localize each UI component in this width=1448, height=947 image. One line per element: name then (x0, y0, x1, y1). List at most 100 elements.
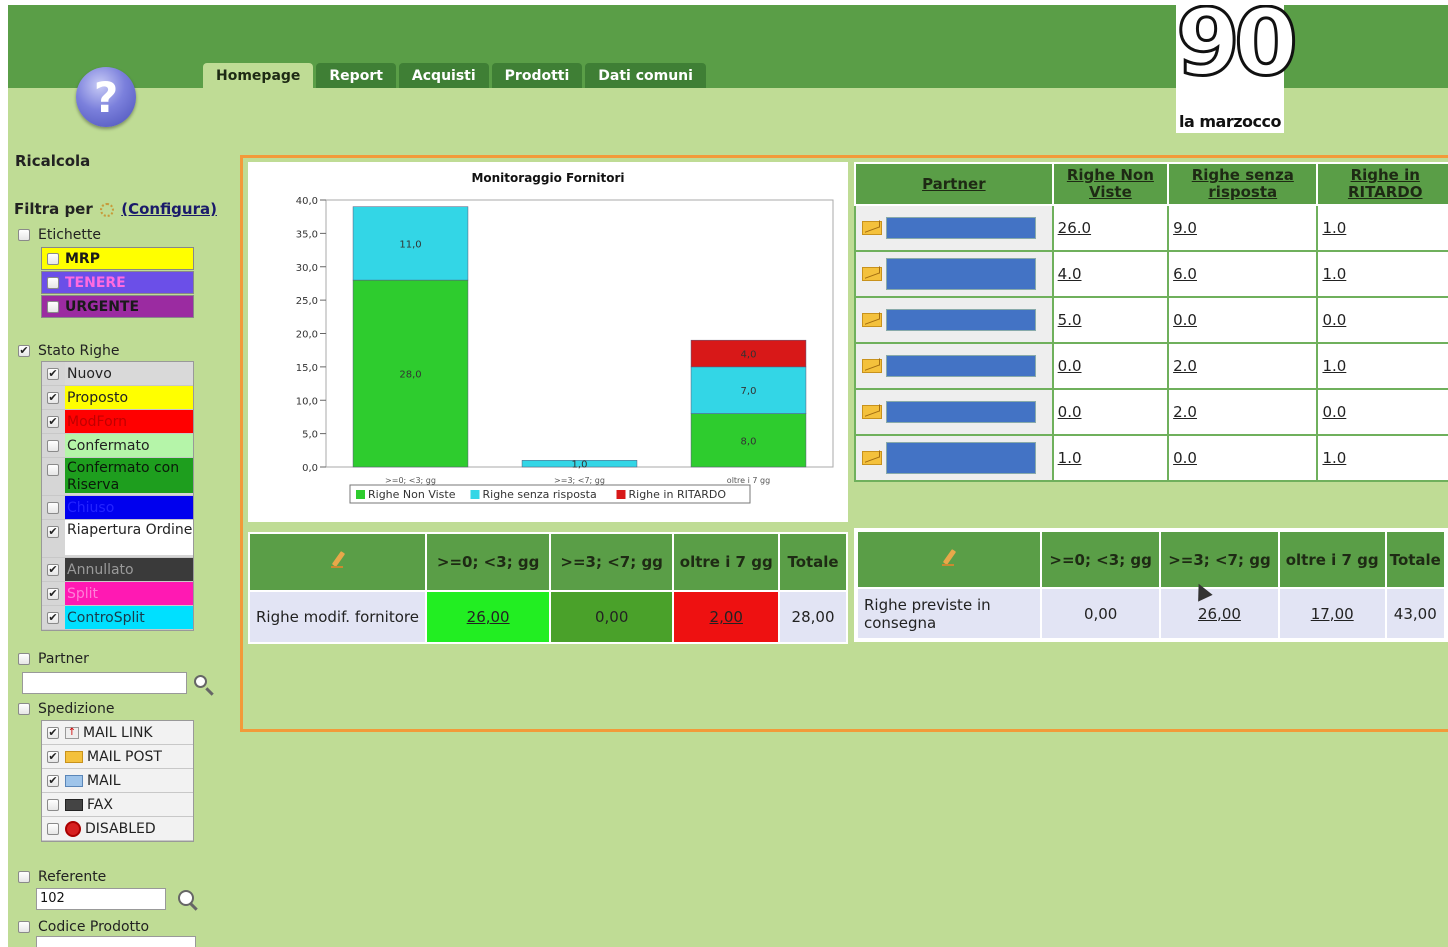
partner-value-link[interactable]: 4.0 (1058, 265, 1082, 283)
partner-checkbox[interactable] (18, 653, 30, 665)
partner-cell[interactable] (854, 296, 1054, 344)
etichetta-item-tenere[interactable]: TENERE (41, 271, 194, 294)
partner-value-cell[interactable]: 2.0 (1167, 342, 1319, 390)
spedizione-item-mail-link[interactable]: ✔ ↑ MAIL LINK (42, 721, 193, 745)
edit-icon-cell-2[interactable] (854, 529, 1043, 589)
referente-checkbox[interactable] (18, 871, 30, 883)
partner-value-cell[interactable]: 26.0 (1051, 204, 1170, 252)
partner-value-cell[interactable]: 0.0 (1051, 342, 1170, 390)
partner-value-link[interactable]: 1.0 (1322, 449, 1346, 467)
stat-consegna-cell-2[interactable]: 17,00 (1277, 587, 1387, 641)
partner-value-cell[interactable]: 0.0 (1316, 296, 1448, 344)
stato-checkbox[interactable]: ✔ (47, 526, 59, 538)
partner-value-link[interactable]: 1.0 (1322, 219, 1346, 237)
tab-prodotti[interactable]: Prodotti (491, 63, 583, 88)
codice-prodotto-checkbox[interactable] (18, 921, 30, 933)
etichetta-checkbox[interactable] (47, 276, 59, 289)
etichetta-item-urgente[interactable]: URGENTE (41, 295, 194, 318)
partner-value-cell[interactable]: 1.0 (1316, 342, 1448, 390)
stato-item-annullato[interactable]: ✔ Annullato (42, 558, 193, 582)
spedizione-checkbox[interactable] (47, 822, 59, 835)
stato-item-proposto[interactable]: ✔ Proposto (42, 386, 193, 410)
partner-value-link[interactable]: 6.0 (1173, 265, 1197, 283)
partner-value-link[interactable]: 1.0 (1058, 449, 1082, 467)
edit-icon-cell[interactable] (247, 532, 428, 592)
stato-item-modforn[interactable]: ✔ ModForn (42, 410, 193, 434)
pencil-icon-2[interactable] (941, 549, 957, 567)
partner-value-cell[interactable]: 0.0 (1051, 388, 1170, 436)
partner-value-link[interactable]: 0.0 (1322, 403, 1346, 421)
stato-item-split[interactable]: ✔ Split (42, 582, 193, 606)
stato-checkbox[interactable] (47, 464, 59, 476)
etichetta-item-mrp[interactable]: MRP (41, 247, 194, 270)
spedizione-item-disabled[interactable]: DISABLED (42, 817, 193, 841)
stato-item-nuovo[interactable]: ✔ Nuovo (42, 362, 193, 386)
referente-search-icon[interactable] (178, 890, 194, 906)
partner-value-cell[interactable]: 1.0 (1316, 204, 1448, 252)
stato-checkbox[interactable]: ✔ (47, 391, 59, 404)
tab-acquisti[interactable]: Acquisti (398, 63, 489, 88)
partner-value-cell[interactable]: 9.0 (1167, 204, 1319, 252)
partner-cell[interactable] (854, 388, 1054, 436)
stato-checkbox[interactable]: ✔ (47, 587, 59, 600)
partner-value-cell[interactable]: 1.0 (1316, 250, 1448, 298)
partner-value-cell[interactable]: 0.0 (1167, 434, 1319, 482)
partner-value-link[interactable]: 0.0 (1173, 449, 1197, 467)
ricalcola-link[interactable]: Ricalcola (15, 152, 90, 170)
partner-cell[interactable] (854, 204, 1054, 252)
partner-value-cell[interactable]: 0.0 (1167, 296, 1319, 344)
referente-input[interactable]: 102 (36, 888, 166, 910)
spedizione-item-mail-post[interactable]: ✔ MAIL POST (42, 745, 193, 769)
spedizione-checkbox[interactable]: ✔ (47, 774, 59, 787)
partner-value-cell[interactable]: 4.0 (1051, 250, 1170, 298)
partner-value-cell[interactable]: 1.0 (1316, 434, 1448, 482)
help-icon[interactable]: ? (76, 67, 136, 127)
partner-input[interactable] (22, 672, 187, 694)
tab-dati-comuni[interactable]: Dati comuni (585, 63, 706, 88)
stato-item-confermato[interactable]: Confermato (42, 434, 193, 458)
spedizione-checkbox[interactable] (18, 703, 30, 715)
spedizione-checkbox[interactable] (47, 798, 59, 811)
spedizione-checkbox[interactable]: ✔ (47, 750, 59, 763)
partner-value-link[interactable]: 0.0 (1058, 357, 1082, 375)
partner-value-link[interactable]: 1.0 (1322, 357, 1346, 375)
partner-value-cell[interactable]: 6.0 (1167, 250, 1319, 298)
codice-prodotto-input[interactable] (36, 936, 196, 947)
partner-value-link[interactable]: 0.0 (1058, 403, 1082, 421)
partner-value-link[interactable]: 26.0 (1058, 219, 1091, 237)
partner-value-cell[interactable]: 0.0 (1316, 388, 1448, 436)
col-righe-in-ritardo[interactable]: Righe in RITARDO (1316, 162, 1448, 206)
etichette-checkbox[interactable] (18, 229, 30, 241)
partner-cell[interactable] (854, 342, 1054, 390)
stat-consegna-cell-1[interactable]: 26,00 (1159, 587, 1280, 641)
partner-value-link[interactable]: 9.0 (1173, 219, 1197, 237)
partner-value-link[interactable]: 2.0 (1173, 357, 1197, 375)
partner-value-cell[interactable]: 5.0 (1051, 296, 1170, 344)
spedizione-item-mail[interactable]: ✔ MAIL (42, 769, 193, 793)
partner-value-link[interactable]: 5.0 (1058, 311, 1082, 329)
spedizione-checkbox[interactable]: ✔ (47, 726, 59, 739)
partner-search-icon[interactable] (194, 675, 207, 688)
stato-item-confermato-con-riserva[interactable]: Confermato con Riserva (42, 458, 193, 496)
etichetta-checkbox[interactable] (47, 300, 59, 313)
partner-cell[interactable] (854, 250, 1054, 298)
stat-modif-cell-2[interactable]: 2,00 (672, 590, 781, 644)
configura-link[interactable]: (Configura) (121, 200, 217, 218)
stato-checkbox[interactable]: ✔ (47, 415, 59, 428)
stato-righe-checkbox[interactable]: ✔ (18, 345, 30, 357)
partner-cell[interactable] (854, 434, 1054, 482)
spedizione-item-fax[interactable]: FAX (42, 793, 193, 817)
stato-checkbox[interactable] (47, 501, 59, 514)
pencil-icon[interactable] (330, 551, 346, 569)
stato-checkbox[interactable]: ✔ (47, 563, 59, 576)
partner-value-link[interactable]: 1.0 (1322, 265, 1346, 283)
partner-value-cell[interactable]: 2.0 (1167, 388, 1319, 436)
stato-item-controsplit[interactable]: ✔ ControSplit (42, 606, 193, 630)
stato-item-riapertura-ordine[interactable]: ✔ Riapertura Ordine (42, 520, 193, 558)
tab-homepage[interactable]: Homepage (203, 63, 314, 88)
col-righe-non-viste[interactable]: Righe Non Viste (1051, 162, 1170, 206)
tab-report[interactable]: Report (316, 63, 396, 88)
col-partner[interactable]: Partner (854, 162, 1054, 206)
partner-value-link[interactable]: 0.0 (1173, 311, 1197, 329)
stato-checkbox[interactable]: ✔ (47, 611, 59, 624)
